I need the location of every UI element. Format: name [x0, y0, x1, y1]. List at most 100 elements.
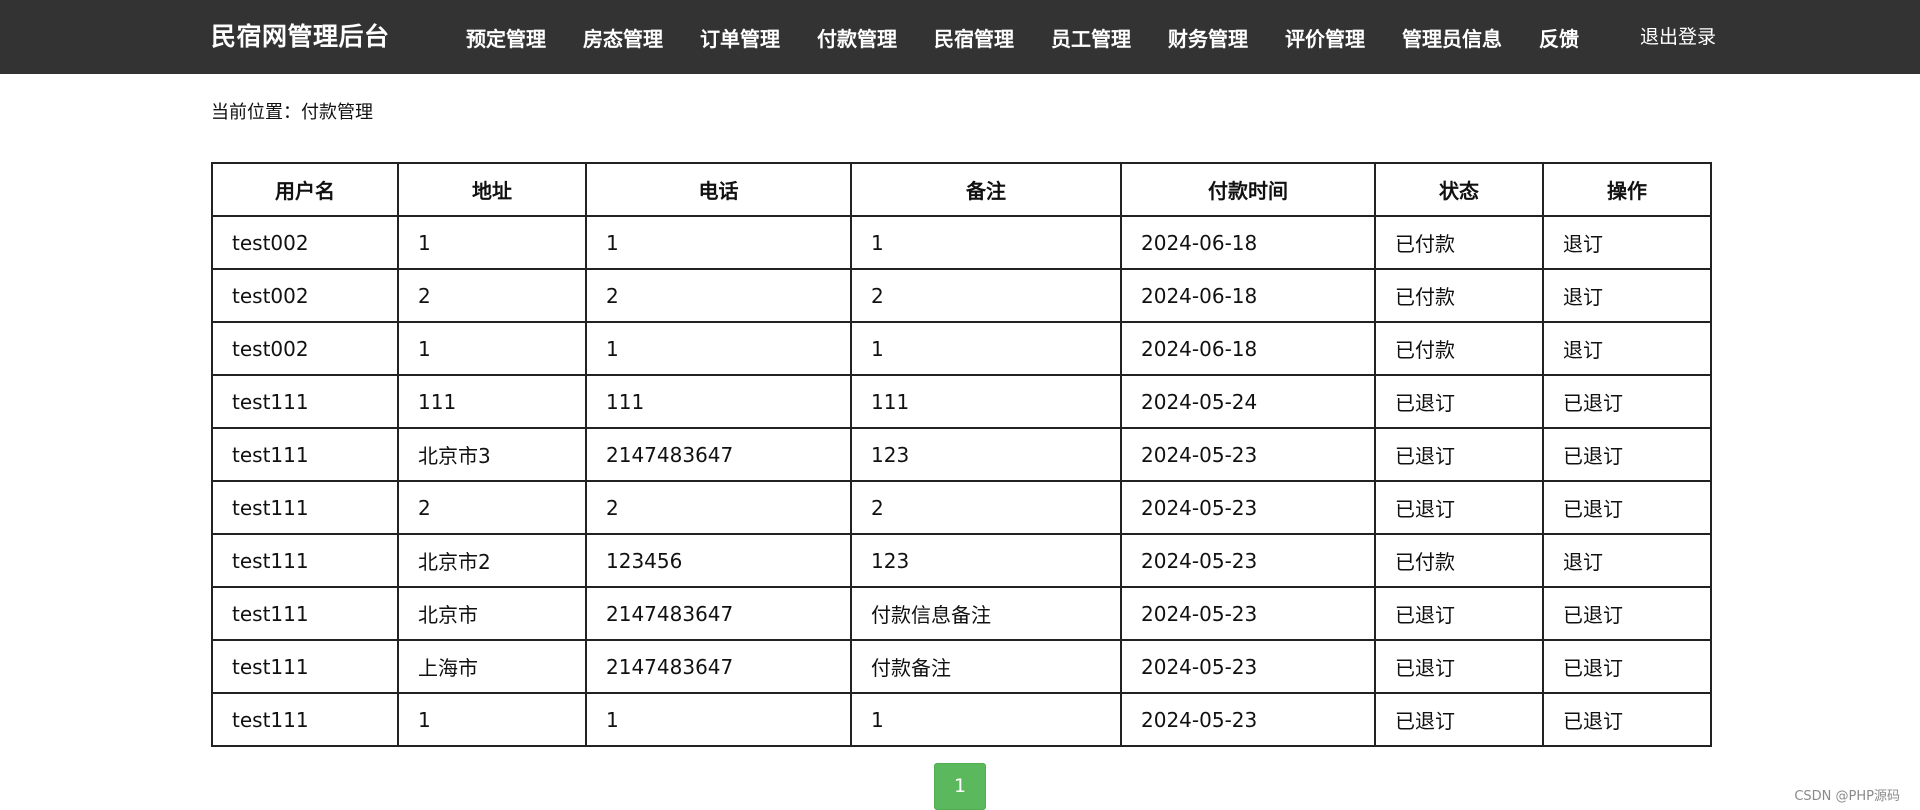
cell-status: 已付款 [1374, 215, 1544, 270]
nav-item-orders[interactable]: 订单管理 [700, 23, 780, 52]
cell-remark: 付款备注 [850, 639, 1122, 694]
cell-action: 退订 [1542, 215, 1712, 270]
logout-link[interactable]: 退出登录 [1640, 0, 1716, 74]
cell-payment-time: 2024-05-23 [1120, 692, 1376, 747]
cell-remark: 111 [850, 374, 1122, 429]
cell-action: 已退订 [1542, 639, 1712, 694]
cell-username: test111 [211, 427, 399, 482]
cell-remark: 1 [850, 321, 1122, 376]
cell-payment-time: 2024-05-23 [1120, 586, 1376, 641]
cell-action: 已退订 [1542, 692, 1712, 747]
table-row: test111 北京市2 123456 123 2024-05-23 已付款 退订 [211, 533, 1712, 588]
unsubscribe-link[interactable]: 退订 [1563, 338, 1603, 362]
cell-payment-time: 2024-05-23 [1120, 639, 1376, 694]
cell-address: 北京市3 [397, 427, 587, 482]
cell-payment-time: 2024-06-18 [1120, 321, 1376, 376]
cell-address: 111 [397, 374, 587, 429]
cell-action: 退订 [1542, 321, 1712, 376]
cell-action: 已退订 [1542, 427, 1712, 482]
nav-item-staff[interactable]: 员工管理 [1051, 23, 1131, 52]
cell-status: 已退订 [1374, 639, 1544, 694]
table-row: test111 1 1 1 2024-05-23 已退订 已退订 [211, 692, 1712, 747]
cell-username: test111 [211, 374, 399, 429]
top-navbar: 民宿网管理后台 预定管理 房态管理 订单管理 付款管理 民宿管理 员工管理 财务… [0, 0, 1920, 74]
cell-username: test002 [211, 215, 399, 270]
cell-status: 已付款 [1374, 268, 1544, 323]
cell-payment-time: 2024-05-23 [1120, 533, 1376, 588]
cell-payment-time: 2024-05-24 [1120, 374, 1376, 429]
action-status-text: 已退订 [1563, 444, 1623, 468]
header-remark: 备注 [850, 162, 1122, 217]
cell-address: 1 [397, 692, 587, 747]
watermark: CSDN @PHP源码 [1794, 789, 1900, 804]
pagination-page-button[interactable]: 1 [934, 763, 986, 810]
header-address: 地址 [397, 162, 587, 217]
table-row: test111 北京市3 2147483647 123 2024-05-23 已退订 已退订 [211, 427, 1712, 482]
breadcrumb: 当前位置：付款管理 [211, 102, 373, 123]
action-status-text: 已退订 [1563, 391, 1623, 415]
nav-item-payments[interactable]: 付款管理 [817, 23, 897, 52]
cell-payment-time: 2024-06-18 [1120, 268, 1376, 323]
cell-address: 1 [397, 215, 587, 270]
cell-remark: 1 [850, 692, 1122, 747]
cell-username: test111 [211, 692, 399, 747]
table-header-row: 用户名 地址 电话 备注 付款时间 状态 操作 [211, 162, 1712, 217]
cell-payment-time: 2024-06-18 [1120, 215, 1376, 270]
brand-title: 民宿网管理后台 [211, 22, 390, 51]
cell-phone: 1 [585, 321, 852, 376]
table-row: test111 上海市 2147483647 付款备注 2024-05-23 已退订 已退订 [211, 639, 1712, 694]
cell-status: 已付款 [1374, 533, 1544, 588]
unsubscribe-link[interactable]: 退订 [1563, 550, 1603, 574]
nav-item-finance[interactable]: 财务管理 [1168, 23, 1248, 52]
cell-address: 2 [397, 268, 587, 323]
cell-phone: 2147483647 [585, 639, 852, 694]
unsubscribe-link[interactable]: 退订 [1563, 232, 1603, 256]
cell-status: 已退订 [1374, 427, 1544, 482]
cell-address: 北京市 [397, 586, 587, 641]
cell-phone: 123456 [585, 533, 852, 588]
table-row: test002 2 2 2 2024-06-18 已付款 退订 [211, 268, 1712, 323]
cell-action: 退订 [1542, 533, 1712, 588]
cell-action: 已退订 [1542, 586, 1712, 641]
cell-remark: 1 [850, 215, 1122, 270]
cell-payment-time: 2024-05-23 [1120, 427, 1376, 482]
cell-phone: 2 [585, 480, 852, 535]
cell-status: 已退订 [1374, 480, 1544, 535]
action-status-text: 已退订 [1563, 709, 1623, 733]
nav-item-room-status[interactable]: 房态管理 [583, 23, 663, 52]
table-row: test002 1 1 1 2024-06-18 已付款 退订 [211, 215, 1712, 270]
nav-item-admin-info[interactable]: 管理员信息 [1402, 23, 1502, 52]
cell-phone: 2147483647 [585, 427, 852, 482]
nav-item-reviews[interactable]: 评价管理 [1285, 23, 1365, 52]
cell-address: 2 [397, 480, 587, 535]
cell-username: test002 [211, 321, 399, 376]
nav-item-reservation[interactable]: 预定管理 [466, 23, 546, 52]
unsubscribe-link[interactable]: 退订 [1563, 285, 1603, 309]
cell-action: 已退订 [1542, 374, 1712, 429]
cell-username: test111 [211, 533, 399, 588]
cell-status: 已退订 [1374, 374, 1544, 429]
header-phone: 电话 [585, 162, 852, 217]
cell-remark: 123 [850, 533, 1122, 588]
header-action: 操作 [1542, 162, 1712, 217]
cell-username: test111 [211, 480, 399, 535]
action-status-text: 已退订 [1563, 656, 1623, 680]
header-payment-time: 付款时间 [1120, 162, 1376, 217]
table-row: test111 2 2 2 2024-05-23 已退订 已退订 [211, 480, 1712, 535]
cell-username: test111 [211, 639, 399, 694]
cell-phone: 2 [585, 268, 852, 323]
cell-phone: 111 [585, 374, 852, 429]
table-row: test111 111 111 111 2024-05-24 已退订 已退订 [211, 374, 1712, 429]
nav-item-feedback[interactable]: 反馈 [1539, 23, 1579, 52]
nav-item-homestays[interactable]: 民宿管理 [934, 23, 1014, 52]
cell-address: 上海市 [397, 639, 587, 694]
cell-payment-time: 2024-05-23 [1120, 480, 1376, 535]
cell-status: 已付款 [1374, 321, 1544, 376]
main-nav: 预定管理 房态管理 订单管理 付款管理 民宿管理 员工管理 财务管理 评价管理 … [466, 0, 1616, 74]
action-status-text: 已退订 [1563, 603, 1623, 627]
cell-phone: 1 [585, 692, 852, 747]
header-status: 状态 [1374, 162, 1544, 217]
cell-address: 1 [397, 321, 587, 376]
cell-status: 已退订 [1374, 586, 1544, 641]
table-row: test002 1 1 1 2024-06-18 已付款 退订 [211, 321, 1712, 376]
